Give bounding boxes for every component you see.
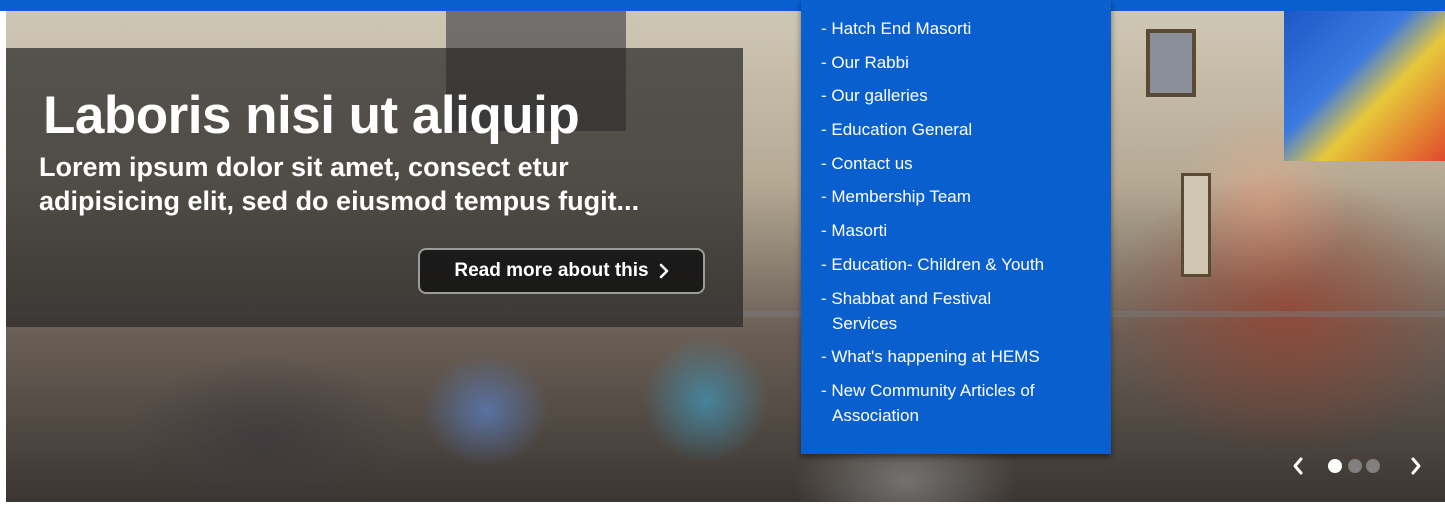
menu-item-our-rabbi[interactable]: - Our Rabbi bbox=[801, 50, 1111, 75]
carousel-prev-button[interactable] bbox=[1289, 455, 1307, 477]
slide-title: Laboris nisi ut aliquip bbox=[43, 86, 580, 145]
chevron-right-icon bbox=[659, 263, 668, 279]
menu-item-shabbat-festival-services[interactable]: - Shabbat and Festival Services bbox=[801, 286, 1111, 336]
read-more-label: Read more about this bbox=[454, 260, 649, 281]
menu-item-community-articles[interactable]: - New Community Articles of Association bbox=[801, 378, 1111, 428]
menu-item-membership-team[interactable]: - Membership Team bbox=[801, 184, 1111, 209]
menu-item-masorti[interactable]: - Masorti bbox=[801, 218, 1111, 243]
slide-caption: Laboris nisi ut aliquip Lorem ipsum dolo… bbox=[6, 48, 743, 327]
dropdown-menu-list: - Hatch End Masorti - Our Rabbi - Our ga… bbox=[801, 0, 1111, 428]
chevron-right-icon bbox=[1411, 457, 1421, 475]
menu-item-whats-happening[interactable]: - What's happening at HEMS bbox=[801, 344, 1111, 369]
background-poster bbox=[1284, 11, 1445, 161]
menu-item-contact-us[interactable]: - Contact us bbox=[801, 151, 1111, 176]
chevron-left-icon bbox=[1293, 457, 1303, 475]
carousel-dot-3[interactable] bbox=[1366, 459, 1380, 473]
read-more-button[interactable]: Read more about this bbox=[418, 248, 705, 294]
menu-item-our-galleries[interactable]: - Our galleries bbox=[801, 83, 1111, 108]
hero-slider: Laboris nisi ut aliquip Lorem ipsum dolo… bbox=[6, 11, 1445, 502]
carousel-dot-1[interactable] bbox=[1328, 459, 1342, 473]
top-nav-bar bbox=[0, 0, 1445, 11]
menu-item-hatch-end-masorti[interactable]: - Hatch End Masorti bbox=[801, 16, 1111, 41]
carousel-dot-2[interactable] bbox=[1348, 459, 1362, 473]
slide-description: Lorem ipsum dolor sit amet, consect etur… bbox=[39, 152, 640, 216]
menu-item-education-general[interactable]: - Education General bbox=[801, 117, 1111, 142]
menu-item-education-children-youth[interactable]: - Education- Children & Youth bbox=[801, 252, 1111, 277]
carousel-next-button[interactable] bbox=[1407, 455, 1425, 477]
dropdown-menu: - Hatch End Masorti - Our Rabbi - Our ga… bbox=[801, 0, 1111, 454]
carousel-controls bbox=[1289, 455, 1429, 477]
background-frame bbox=[1146, 29, 1196, 97]
background-frame bbox=[1181, 173, 1211, 277]
